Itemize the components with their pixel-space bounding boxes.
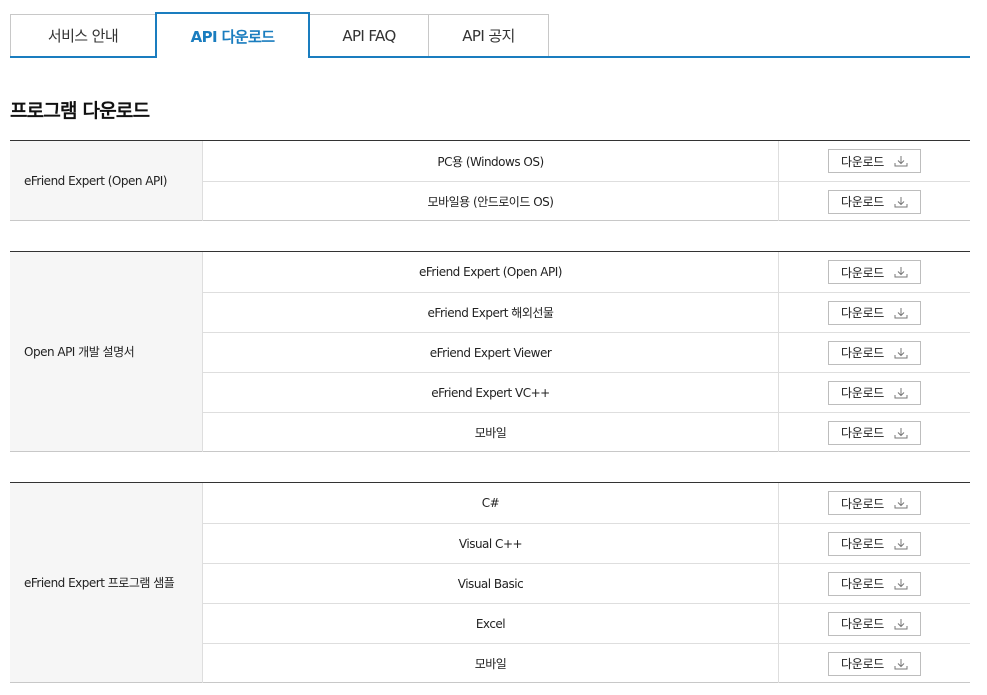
group-label: eFriend Expert 프로그램 샘플 (10, 483, 202, 682)
download-group-open-api: eFriend Expert (Open API) PC용 (Windows O… (10, 140, 970, 221)
download-button-label: 다운로드 (841, 346, 884, 360)
download-icon (894, 578, 908, 589)
download-button[interactable]: 다운로드 (828, 260, 921, 284)
download-button-label: 다운로드 (841, 577, 884, 591)
download-button[interactable]: 다운로드 (828, 531, 921, 556)
download-button[interactable]: 다운로드 (828, 340, 921, 365)
item-name: PC용 (Windows OS) (202, 141, 778, 181)
download-button[interactable]: 다운로드 (828, 380, 921, 405)
download-button-label: 다운로드 (841, 657, 884, 671)
download-icon (894, 307, 908, 318)
download-button[interactable]: 다운로드 (828, 491, 921, 515)
item-name: 모바일 (202, 644, 778, 683)
download-button-label: 다운로드 (841, 386, 884, 400)
download-button-label: 다운로드 (841, 426, 884, 440)
download-button[interactable]: 다운로드 (828, 300, 921, 325)
item-name: eFriend Expert VC++ (202, 373, 778, 412)
download-icon (894, 347, 908, 358)
table-row: Excel 다운로드 (202, 603, 970, 643)
item-name: 모바일용 (안드로이드 OS) (202, 182, 778, 221)
download-icon (894, 538, 908, 549)
table-row: eFriend Expert 해외선물 다운로드 (202, 292, 970, 332)
download-button[interactable]: 다운로드 (828, 611, 921, 636)
table-row: eFriend Expert (Open API) 다운로드 (202, 252, 970, 292)
table-row: 모바일 다운로드 (202, 643, 970, 683)
download-button[interactable]: 다운로드 (828, 420, 921, 445)
table-row: C# 다운로드 (202, 483, 970, 523)
download-group-dev-guide: Open API 개발 설명서 eFriend Expert (Open API… (10, 251, 970, 452)
download-icon (894, 156, 908, 167)
tab-api-faq[interactable]: API FAQ (309, 14, 429, 56)
item-name: Excel (202, 604, 778, 643)
download-button-label: 다운로드 (841, 537, 884, 551)
download-button-label: 다운로드 (841, 617, 884, 631)
table-row: 모바일 다운로드 (202, 412, 970, 452)
group-label: eFriend Expert (Open API) (10, 141, 202, 220)
download-button[interactable]: 다운로드 (828, 189, 921, 214)
download-button-label: 다운로드 (841, 306, 884, 320)
table-row: eFriend Expert VC++ 다운로드 (202, 372, 970, 412)
item-name: eFriend Expert (Open API) (202, 252, 778, 292)
tab-api-download[interactable]: API 다운로드 (155, 12, 310, 59)
download-icon (894, 618, 908, 629)
download-button-label: 다운로드 (841, 265, 884, 280)
item-name: Visual C++ (202, 524, 778, 563)
item-name: C# (202, 483, 778, 523)
download-button[interactable]: 다운로드 (828, 571, 921, 596)
download-button[interactable]: 다운로드 (828, 651, 921, 676)
item-name: eFriend Expert 해외선물 (202, 293, 778, 332)
item-name: 모바일 (202, 413, 778, 452)
download-button-label: 다운로드 (841, 496, 884, 511)
tab-service-info[interactable]: 서비스 안내 (10, 14, 156, 56)
download-button-label: 다운로드 (841, 195, 884, 209)
table-row: PC용 (Windows OS) 다운로드 (202, 141, 970, 181)
download-icon (894, 196, 908, 207)
download-icon (894, 427, 908, 438)
table-row: 모바일용 (안드로이드 OS) 다운로드 (202, 181, 970, 221)
download-icon (894, 498, 908, 509)
table-row: Visual Basic 다운로드 (202, 563, 970, 603)
item-name: eFriend Expert Viewer (202, 333, 778, 372)
download-icon (894, 658, 908, 669)
download-button[interactable]: 다운로드 (828, 149, 921, 173)
download-icon (894, 267, 908, 278)
tab-bar: 서비스 안내 API 다운로드 API FAQ API 공지 (10, 12, 970, 59)
group-label: Open API 개발 설명서 (10, 252, 202, 451)
tab-underline (10, 56, 970, 58)
download-icon (894, 387, 908, 398)
download-group-samples: eFriend Expert 프로그램 샘플 C# 다운로드 Visual C+… (10, 482, 970, 683)
item-name: Visual Basic (202, 564, 778, 603)
download-button-label: 다운로드 (841, 154, 884, 169)
table-row: Visual C++ 다운로드 (202, 523, 970, 563)
table-row: eFriend Expert Viewer 다운로드 (202, 332, 970, 372)
section-title: 프로그램 다운로드 (10, 100, 150, 122)
tab-api-notice[interactable]: API 공지 (428, 14, 549, 56)
